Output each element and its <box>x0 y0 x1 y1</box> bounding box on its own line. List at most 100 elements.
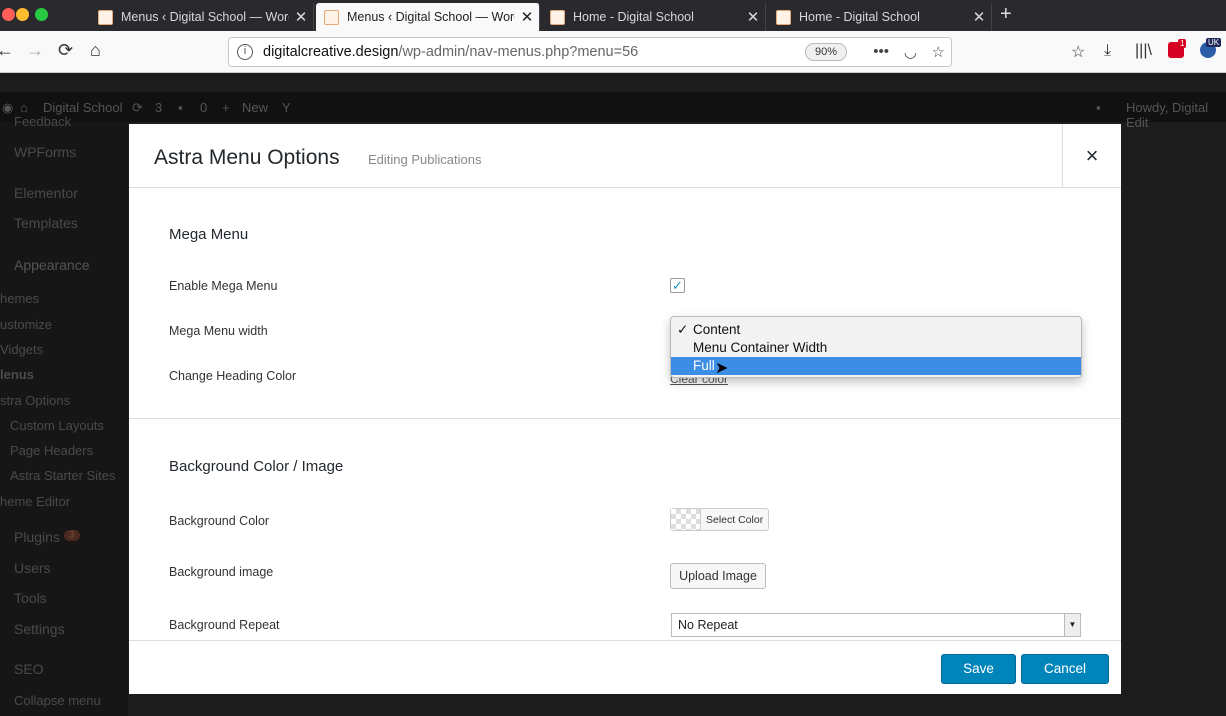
browser-tab-bar: Menus ‹ Digital School — WordPress ✕ Men… <box>0 0 1226 31</box>
sidebar-item-settings: Settings <box>14 621 65 637</box>
width-option-content[interactable]: ✓ Content <box>671 321 1081 339</box>
search-icon: ▪ <box>1096 100 1101 115</box>
mega-menu-width-dropdown[interactable]: ✓ Content Menu Container Width Full <box>670 316 1082 378</box>
plugins-count-badge: 3 <box>64 530 80 541</box>
background-color-label: Background Color <box>169 514 270 528</box>
sidebar-item-tools: Tools <box>14 590 47 606</box>
mega-menu-width-label: Mega Menu width <box>169 324 268 338</box>
browser-tab-active[interactable]: Menus ‹ Digital School — WordPress ✕ <box>316 3 540 31</box>
modal-header: Astra Menu Options Editing Publications … <box>129 124 1121 188</box>
sidebar-item-custom-layouts: Custom Layouts <box>10 418 104 433</box>
background-repeat-value: No Repeat <box>678 618 738 632</box>
reading-list-icon[interactable]: ☆ <box>1071 42 1085 62</box>
minimize-window-button[interactable] <box>16 8 29 21</box>
site-favicon-icon <box>98 9 113 25</box>
url-path: /wp-admin/nav-menus.php?menu=56 <box>398 44 639 60</box>
home-icon[interactable]: ⌂ <box>90 40 101 61</box>
background-repeat-label: Background Repeat <box>169 618 280 632</box>
new-tab-button[interactable]: + <box>1000 3 1012 26</box>
background-repeat-select[interactable]: No Repeat ▼ <box>671 613 1081 637</box>
sidebar-item-menus: lenus <box>0 367 34 382</box>
change-heading-color-label: Change Heading Color <box>169 369 297 383</box>
sidebar-item-widgets: Vidgets <box>0 342 44 357</box>
upload-image-button[interactable]: Upload Image <box>670 563 766 589</box>
cancel-button[interactable]: Cancel <box>1021 654 1109 684</box>
sidebar-item-users: Users <box>14 560 51 576</box>
site-favicon-icon <box>550 9 565 25</box>
sidebar-item-customize: ustomize <box>0 317 53 332</box>
browser-tab[interactable]: Menus ‹ Digital School — WordPress ✕ <box>90 3 314 31</box>
width-option-full[interactable]: Full <box>671 357 1081 375</box>
sidebar-item-themes: hemes <box>0 291 40 306</box>
sidebar-item-templates: Templates <box>14 215 78 231</box>
forward-arrow-icon[interactable]: → <box>26 40 44 61</box>
info-icon[interactable]: i <box>237 44 253 60</box>
tab-close-icon[interactable]: ✕ <box>741 8 765 26</box>
background-image-label: Background image <box>169 565 274 579</box>
back-arrow-icon[interactable]: ← <box>0 40 14 61</box>
sidebar-item-elementor: Elementor <box>14 185 78 201</box>
sidebar-item-feedback: Feedback <box>14 114 72 129</box>
tab-close-icon[interactable]: ✕ <box>967 8 991 26</box>
sidebar-collapse-menu: Collapse menu <box>14 693 101 708</box>
modal-title: Astra Menu Options <box>154 146 340 169</box>
astra-menu-options-modal: Astra Menu Options Editing Publications … <box>129 124 1121 694</box>
new-link: New <box>242 100 269 115</box>
enable-mega-menu-checkbox[interactable]: ✓ <box>670 278 685 293</box>
browser-tab[interactable]: Home - Digital School ✕ <box>542 3 766 31</box>
bookmark-star-icon[interactable]: ☆ <box>932 43 945 61</box>
modal-footer: Save Cancel <box>129 640 1121 694</box>
sidebar-item-theme-editor: heme Editor <box>0 494 71 509</box>
browser-tab[interactable]: Home - Digital School ✕ <box>768 3 992 31</box>
comments-count: 0 <box>200 100 208 115</box>
updates-icon: ⟳ <box>132 100 143 115</box>
wp-admin-bar: ◉ ⌂ Digital School ⟳ 3 ▪ 0 + New Y ▪ How… <box>0 92 1226 130</box>
width-option-menu-container-width[interactable]: Menu Container Width <box>671 339 1081 357</box>
save-button[interactable]: Save <box>941 654 1016 684</box>
more-actions-icon[interactable]: ••• <box>873 43 889 60</box>
tab-title: Menus ‹ Digital School — WordPress <box>347 10 515 24</box>
url-domain: digitalcreative.design <box>263 44 399 60</box>
tab-close-icon[interactable]: ✕ <box>289 8 313 26</box>
address-bar[interactable]: i digitalcreative.design/wp-admin/nav-me… <box>228 37 952 67</box>
tab-close-icon[interactable]: ✕ <box>515 8 539 26</box>
maximize-window-button[interactable] <box>35 8 48 21</box>
modal-subtitle: Editing Publications <box>368 152 482 167</box>
mouse-cursor-icon: ➤ <box>715 360 729 377</box>
select-color-button[interactable]: Select Color <box>670 508 769 531</box>
mega-menu-heading: Mega Menu <box>169 226 249 243</box>
comments-icon: ▪ <box>178 100 183 115</box>
reload-icon[interactable]: ⟳ <box>58 40 73 61</box>
yoast-icon: Y <box>282 100 291 115</box>
tab-title: Home - Digital School <box>799 10 920 24</box>
sidebar-item-seo: SEO <box>14 661 44 677</box>
zoom-level-badge[interactable]: 90% <box>804 43 847 61</box>
close-window-button[interactable] <box>2 8 15 21</box>
extension-badge: 1 <box>1178 39 1187 48</box>
chevron-down-icon[interactable]: ▼ <box>1064 614 1080 636</box>
site-favicon-icon <box>776 9 791 25</box>
sidebar-item-page-headers: Page Headers <box>10 443 94 458</box>
site-name: Digital School <box>43 100 123 115</box>
select-color-label: Select Color <box>706 513 764 526</box>
checkmark-icon: ✓ <box>677 322 689 337</box>
transparent-swatch-icon <box>671 509 701 530</box>
plus-icon: + <box>222 100 230 115</box>
tab-title: Menus ‹ Digital School — WordPress <box>121 10 289 24</box>
option-label: Content <box>693 322 741 337</box>
home-icon: ⌂ <box>20 100 28 115</box>
sidebar-item-wpforms: WPForms <box>14 144 77 160</box>
pocket-icon[interactable]: ◡ <box>904 43 917 61</box>
sidebar-item-plugins: Plugins <box>14 529 60 545</box>
sidebar-item-appearance: Appearance <box>14 257 90 273</box>
background-section-heading: Background Color / Image <box>169 458 344 475</box>
library-icon[interactable]: |||\ <box>1135 42 1152 60</box>
option-label: Menu Container Width <box>693 340 828 355</box>
close-icon[interactable]: × <box>1062 124 1121 188</box>
option-label: Full <box>693 358 715 373</box>
downloads-icon[interactable]: ⤓ <box>1104 42 1111 60</box>
uk-badge: UK <box>1206 38 1222 47</box>
wordpress-logo-icon: ◉ <box>2 100 14 115</box>
section-divider <box>129 418 1121 419</box>
browser-toolbar: ← → ⟳ ⌂ i digitalcreative.design/wp-admi… <box>0 31 1226 73</box>
